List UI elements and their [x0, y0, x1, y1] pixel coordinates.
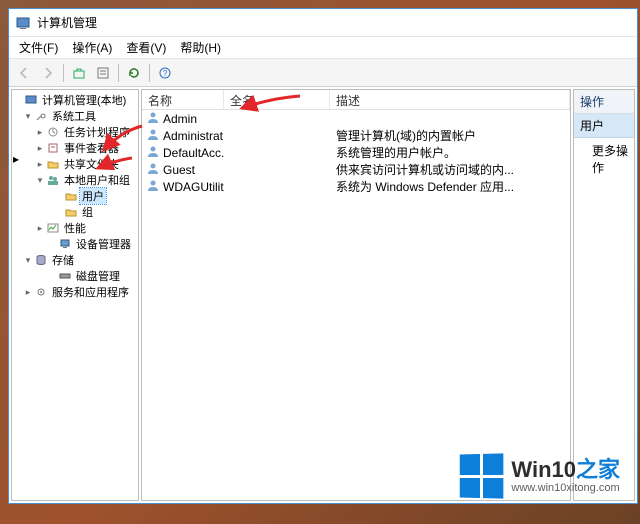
user-row[interactable]: Guest 供来宾访问计算机或访问域的内... — [142, 161, 570, 178]
expander-icon[interactable]: ▾ — [22, 111, 34, 122]
actions-context[interactable]: 用户 — [574, 114, 634, 138]
actions-panel: 操作 用户 ▸ 更多操作 — [573, 89, 635, 501]
app-icon — [15, 15, 31, 31]
svg-text:?: ? — [163, 69, 168, 78]
tree-users[interactable]: 用户 — [80, 188, 106, 204]
user-desc: 管理计算机(域)的内置帐户 — [330, 127, 570, 144]
toolbar-separator — [63, 64, 64, 82]
event-icon — [46, 141, 60, 155]
tree-storage[interactable]: 存储 — [50, 252, 76, 268]
user-icon — [146, 144, 160, 161]
watermark-url: www.win10xitong.com — [511, 482, 620, 494]
user-row[interactable]: Admin — [142, 110, 570, 127]
list-panel: 名称 全名 描述 Admin Administrat... 管理计算机(域)的内置帐… — [141, 89, 571, 501]
tree-device-manager[interactable]: 设备管理器 — [74, 236, 133, 252]
user-name: Guest — [163, 163, 195, 177]
expander-icon[interactable]: ▾ — [34, 175, 46, 186]
user-name: Administrat... — [163, 129, 224, 143]
user-icon — [146, 110, 160, 127]
expander-icon[interactable]: ▸ — [34, 127, 46, 138]
window-title: 计算机管理 — [37, 14, 97, 31]
body: 计算机管理(本地) ▾ 系统工具 ▸ 任务计划程序 ▸ 事件查看器 ▸ 共享文件夹 ▾ 本… — [9, 87, 637, 503]
actions-more-label: 更多操作 — [592, 142, 628, 176]
user-row[interactable]: DefaultAcc... 系统管理的用户帐户。 — [142, 144, 570, 161]
folder-icon — [64, 189, 78, 203]
clock-icon — [46, 125, 60, 139]
user-name: DefaultAcc... — [163, 146, 224, 160]
col-name[interactable]: 名称 — [142, 90, 224, 109]
menu-help[interactable]: 帮助(H) — [174, 37, 227, 58]
user-icon — [146, 127, 160, 144]
windows-logo-icon — [460, 453, 504, 498]
tree-local-users[interactable]: 本地用户和组 — [62, 172, 132, 188]
expander-icon[interactable]: ▸ — [22, 287, 34, 298]
back-button[interactable] — [13, 62, 35, 84]
compmgmt-window: 计算机管理 文件(F) 操作(A) 查看(V) 帮助(H) ? 计算机管理(本地… — [8, 8, 638, 504]
refresh-button[interactable] — [123, 62, 145, 84]
toolbar-separator — [149, 64, 150, 82]
menu-file[interactable]: 文件(F) — [13, 37, 64, 58]
list-header: 名称 全名 描述 — [142, 90, 570, 110]
computer-icon — [24, 93, 38, 107]
tree-disk-mgmt[interactable]: 磁盘管理 — [74, 268, 122, 284]
tree-performance[interactable]: 性能 — [62, 220, 88, 236]
properties-button[interactable] — [92, 62, 114, 84]
user-name: WDAGUtilit... — [163, 180, 224, 194]
help-button[interactable]: ? — [154, 62, 176, 84]
folder-icon — [64, 205, 78, 219]
disk-icon — [58, 269, 72, 283]
tools-icon — [34, 109, 48, 123]
actions-header: 操作 — [574, 90, 634, 114]
user-desc: 供来宾访问计算机或访问域的内... — [330, 161, 570, 178]
expander-icon[interactable]: ▸ — [34, 159, 46, 170]
forward-button[interactable] — [37, 62, 59, 84]
col-desc[interactable]: 描述 — [330, 90, 570, 109]
col-fullname[interactable]: 全名 — [224, 90, 330, 109]
nav-tree[interactable]: 计算机管理(本地) ▾ 系统工具 ▸ 任务计划程序 ▸ 事件查看器 ▸ 共享文件夹 ▾ 本… — [12, 90, 138, 500]
folder-share-icon — [46, 157, 60, 171]
up-button[interactable] — [68, 62, 90, 84]
expander-icon[interactable]: ▾ — [22, 255, 34, 266]
services-icon — [34, 285, 48, 299]
perf-icon — [46, 221, 60, 235]
users-group-icon — [46, 173, 60, 187]
toolbar-separator — [118, 64, 119, 82]
storage-icon — [34, 253, 48, 267]
tree-services-apps[interactable]: 服务和应用程序 — [50, 284, 131, 300]
user-icon — [146, 161, 160, 178]
user-row[interactable]: Administrat... 管理计算机(域)的内置帐户 — [142, 127, 570, 144]
actions-more[interactable]: ▸ 更多操作 — [574, 138, 634, 180]
menu-view[interactable]: 查看(V) — [120, 37, 172, 58]
expander-icon[interactable]: ▸ — [34, 223, 46, 234]
tree-shared-folders[interactable]: 共享文件夹 — [62, 156, 121, 172]
tree-root[interactable]: 计算机管理(本地) — [40, 92, 128, 108]
watermark-brand-b: 之家 — [576, 457, 620, 482]
titlebar: 计算机管理 — [9, 9, 637, 37]
tree-system-tools[interactable]: 系统工具 — [50, 108, 98, 124]
toolbar: ? — [9, 59, 637, 87]
chevron-right-icon: ▸ — [13, 152, 19, 166]
tree-groups[interactable]: 组 — [80, 204, 95, 220]
menubar: 文件(F) 操作(A) 查看(V) 帮助(H) — [9, 37, 637, 59]
user-row[interactable]: WDAGUtilit... 系统为 Windows Defender 应用... — [142, 178, 570, 195]
device-icon — [58, 237, 72, 251]
user-icon — [146, 178, 160, 195]
users-list[interactable]: AdminAdministrat...管理计算机(域)的内置帐户DefaultA… — [142, 110, 570, 500]
watermark: Win10之家 www.win10xitong.com — [459, 454, 620, 498]
user-desc: 系统管理的用户帐户。 — [330, 144, 570, 161]
user-name: Admin — [163, 112, 197, 126]
tree-task-scheduler[interactable]: 任务计划程序 — [62, 124, 132, 140]
expander-icon[interactable]: ▸ — [34, 143, 46, 154]
tree-event-viewer[interactable]: 事件查看器 — [62, 140, 121, 156]
tree-panel: 计算机管理(本地) ▾ 系统工具 ▸ 任务计划程序 ▸ 事件查看器 ▸ 共享文件夹 ▾ 本… — [11, 89, 139, 501]
watermark-brand-a: Win10 — [511, 457, 576, 482]
user-desc: 系统为 Windows Defender 应用... — [330, 178, 570, 195]
menu-action[interactable]: 操作(A) — [66, 37, 118, 58]
